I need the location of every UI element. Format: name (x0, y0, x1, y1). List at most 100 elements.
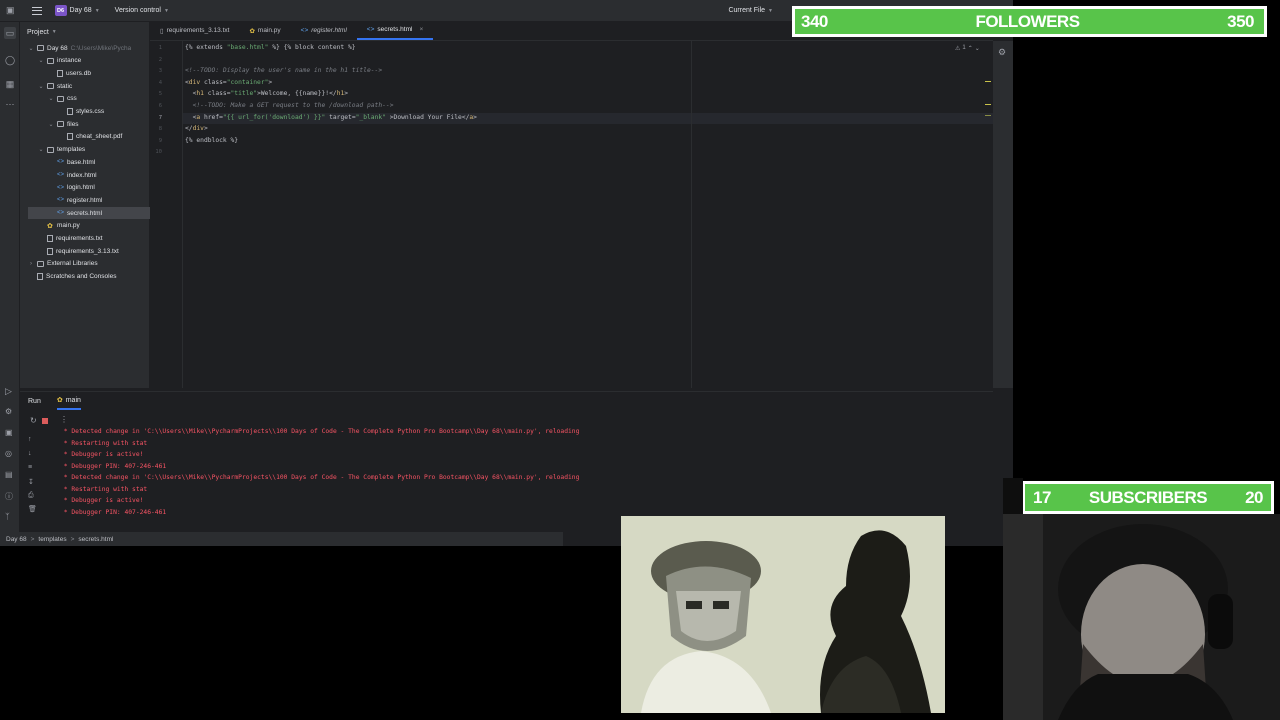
tree-item-label: cheat_sheet.pdf (76, 133, 123, 141)
structure-icon[interactable]: ▦ (4, 78, 16, 90)
tree-item-label: register.html (67, 196, 103, 204)
ai-assistant-icon[interactable]: ⚙ (998, 47, 1006, 58)
tree-item[interactable]: ✿ main.py (20, 220, 80, 232)
editor-tab[interactable]: ▯ requirements_3.13.txt (150, 21, 239, 40)
tree-item[interactable]: requirements.txt (20, 233, 103, 245)
inspection-widget[interactable]: ⚠ 1 ⌃ ⌄ (955, 45, 980, 52)
run-tool-icon[interactable]: ▷ (5, 386, 12, 397)
project-panel-header[interactable]: Project ▼ (20, 22, 149, 42)
chevron-up-icon: ⌃ (967, 46, 973, 52)
code-line[interactable]: <h1 class="title">Welcome, {{name}}!</h1… (185, 89, 349, 99)
tree-item[interactable]: <> secrets.html (28, 207, 162, 220)
trash-icon[interactable]: 🗑 (28, 505, 37, 513)
tree-item[interactable]: styles.css (20, 106, 104, 118)
git-icon[interactable]: ᛉ (5, 512, 10, 521)
project-switcher[interactable]: D6 Day 68 ▼ (47, 5, 105, 16)
print-icon[interactable]: ⎙ (28, 492, 34, 500)
chevron-down-icon[interactable]: ⌄ (48, 121, 54, 128)
tree-item[interactable]: ⌄ templates (20, 144, 85, 156)
app-menu-icon[interactable]: ▣ (0, 5, 20, 16)
tree-item[interactable]: ⌄ files (20, 118, 78, 130)
tree-item[interactable]: <> register.html (20, 194, 102, 206)
chevron-down-icon[interactable]: ⌄ (38, 83, 44, 90)
python-console-icon[interactable]: ▣ (5, 428, 13, 437)
run-config-label: Current File (728, 7, 766, 14)
tree-item[interactable]: users.db (20, 67, 91, 79)
packages-icon[interactable]: ◎ (5, 449, 12, 458)
stop-icon[interactable] (42, 418, 48, 424)
close-icon[interactable]: × (419, 26, 423, 33)
console-line: * Detected change in 'C:\\Users\\Mike\\P… (60, 428, 580, 435)
chevron-down-icon[interactable]: ⌄ (38, 57, 44, 64)
breadcrumb-item[interactable]: Day 68 (6, 536, 27, 543)
code-line[interactable]: <!--TODO: Display the user's name in the… (185, 66, 382, 76)
tree-item[interactable]: › External Libraries (20, 258, 98, 270)
console-line: * Restarting with stat (60, 485, 148, 493)
tree-item[interactable]: ⌄ Day 68 C:\Users\Mike\Pycha (20, 42, 131, 54)
tree-item[interactable]: Scratches and Consoles (20, 271, 116, 283)
chevron-down-icon[interactable]: ⌄ (48, 95, 54, 102)
tree-item[interactable]: ⌄ css (20, 93, 76, 105)
more-icon[interactable]: ⋯ (4, 98, 16, 110)
vcs-menu[interactable]: Version control ▼ (105, 7, 174, 14)
problems-icon[interactable]: ⓘ (5, 491, 13, 502)
tree-item-label: base.html (67, 158, 96, 166)
tree-item[interactable]: requirements_3.13.txt (20, 245, 119, 257)
tree-item[interactable]: <> index.html (20, 169, 97, 181)
subscribers-label: SUBSCRIBERS (1088, 487, 1208, 507)
folder-icon (57, 121, 64, 128)
code-line[interactable]: {% extends "base.html" %} {% block conte… (185, 43, 356, 53)
more-icon[interactable]: ⋮ (60, 415, 68, 424)
code-line[interactable]: {% endblock %} (185, 136, 238, 146)
run-config-selector[interactable]: Current File ▼ (723, 7, 778, 14)
chevron-down-icon[interactable]: ⌄ (38, 146, 44, 153)
python-icon: ✿ (56, 397, 63, 404)
chevron-down-icon: ▼ (94, 7, 100, 14)
rerun-icon[interactable]: ↻ (30, 416, 37, 425)
code-line[interactable]: <a href="{{ url_for('download') }}" targ… (185, 113, 477, 123)
tree-item[interactable]: ⌄ instance (20, 55, 81, 67)
editor-tab-label: main.py (257, 27, 281, 34)
editor-tab[interactable]: ✿ main.py (239, 21, 290, 40)
run-tab[interactable]: Run (28, 398, 41, 405)
chevron-down-icon[interactable]: ⌄ (28, 45, 34, 52)
project-name: Day 68 (69, 7, 92, 14)
tree-item[interactable]: cheat_sheet.pdf (20, 131, 122, 143)
code-line[interactable]: <div class="container"> (185, 78, 272, 88)
tree-item-label: styles.css (76, 108, 105, 115)
editor-tab[interactable]: <> register.html (291, 21, 357, 40)
hamburger-menu-icon[interactable] (20, 6, 47, 15)
commit-icon[interactable]: ◯ (4, 54, 16, 66)
code-line[interactable]: </div> (185, 124, 208, 134)
tree-item[interactable]: <> login.html (20, 182, 95, 194)
breadcrumb-item[interactable]: secrets.html (78, 536, 113, 543)
subscribers-goal: 20 (1245, 487, 1263, 507)
terminal-icon[interactable]: ▤ (5, 470, 13, 479)
scratches-icon (37, 273, 43, 281)
console-output[interactable]: * Detected change in 'C:\\Users\\Mike\\P… (60, 428, 990, 518)
tree-item[interactable]: ⌄ static (20, 80, 72, 92)
tree-item-label: templates (57, 146, 86, 154)
services-icon[interactable]: ⚙ (5, 407, 12, 416)
folder-icon[interactable]: ▭ (4, 27, 16, 39)
followers-current: 340 (801, 11, 828, 31)
inspection-count: 1 (962, 45, 966, 51)
code-line[interactable]: <!--TODO: Make a GET request to the /dow… (185, 101, 394, 111)
code-editor[interactable]: {% extends "base.html" %} {% block conte… (185, 41, 985, 388)
tree-item-label: static (57, 82, 73, 90)
line-number: 7 (158, 114, 162, 121)
soft-wrap-icon[interactable]: ≡ (28, 464, 32, 471)
breadcrumb: Day 68 > templates > secrets.html (6, 536, 113, 543)
arrow-up-icon[interactable]: ↑ (28, 436, 32, 443)
breadcrumb-item[interactable]: templates (38, 536, 66, 543)
tree-item[interactable]: <> base.html (20, 156, 95, 168)
chevron-right-icon[interactable]: › (28, 261, 34, 267)
folder-icon (37, 260, 44, 267)
arrow-down-icon[interactable]: ↓ (28, 450, 32, 457)
chevron-right-icon: > (30, 535, 35, 543)
followers-label: FOLLOWERS (975, 11, 1080, 31)
console-line: * Debugger is active! (60, 497, 144, 504)
run-config-tab[interactable]: ✿ main (56, 392, 81, 410)
scroll-end-icon[interactable]: ↧ (28, 478, 34, 486)
editor-tab[interactable]: <> secrets.html × (356, 21, 434, 40)
